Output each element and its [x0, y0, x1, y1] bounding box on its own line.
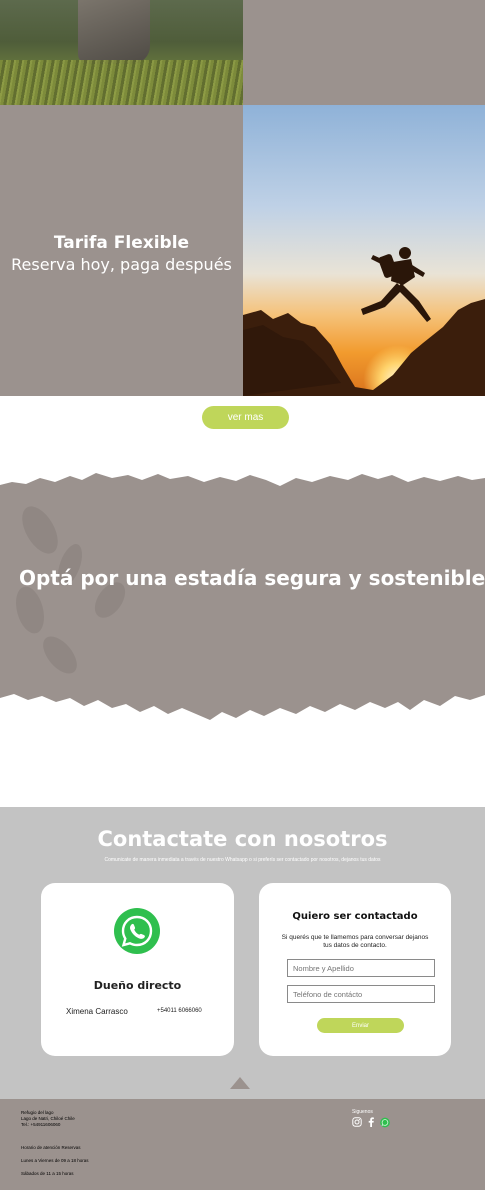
whatsapp-icon[interactable]	[380, 1117, 390, 1127]
rock-shape	[78, 0, 150, 64]
silhouette-hills	[243, 247, 485, 396]
form-title: Quiero ser contactado	[292, 911, 418, 922]
tarifa-subtitle: Reserva hoy, paga después	[11, 255, 232, 274]
footer-address-line: Refugio del lago	[21, 1110, 54, 1115]
landscape-photo	[0, 0, 243, 105]
torn-paper-banner	[0, 473, 485, 720]
owner-phone[interactable]: +54011 6066060	[157, 1008, 202, 1014]
footer-phone: Tel.: +54911606060	[21, 1122, 61, 1127]
name-input[interactable]	[287, 959, 435, 977]
top-gray-block	[243, 0, 485, 105]
tarifa-panel: Tarifa Flexible Reserva hoy, paga despué…	[0, 105, 243, 396]
contact-subtitle: Comunicate de manera inmediata a través …	[104, 857, 381, 863]
banner-heading: Optá por una estadía segura y sostenible	[19, 566, 485, 590]
contact-form-card: Quiero ser contactado Si querés que te l…	[259, 883, 451, 1056]
social-links	[352, 1117, 390, 1127]
footer-hours-title: Horario de atención Reservas	[21, 1145, 81, 1150]
whatsapp-icon[interactable]	[113, 907, 161, 955]
footer-hours-saturday: Sábados de 11 a 15 horas	[21, 1171, 74, 1176]
scroll-top-icon[interactable]	[230, 1077, 250, 1089]
owner-card: Dueño directo Ximena Carrasco +54011 606…	[41, 883, 234, 1056]
contact-title: Contactate con nosotros	[97, 827, 388, 851]
send-button[interactable]: Enviar	[317, 1018, 404, 1033]
follow-label: Siguenos	[352, 1109, 373, 1115]
ver-mas-button[interactable]: ver mas	[202, 406, 289, 429]
owner-card-title: Dueño directo	[93, 979, 182, 992]
hiker-sunset-photo	[243, 105, 485, 396]
grass-shape	[0, 60, 243, 105]
instagram-icon[interactable]	[352, 1117, 362, 1127]
facebook-icon[interactable]	[366, 1117, 376, 1127]
phone-input[interactable]	[287, 985, 435, 1003]
footer-hours-weekdays: Lunes a Viernes de 09 a 18 horas	[21, 1158, 89, 1163]
form-description: Si querés que te llamemos para conversar…	[281, 934, 429, 950]
owner-name: Ximena Carrasco	[66, 1007, 128, 1016]
tarifa-title: Tarifa Flexible	[53, 233, 190, 253]
hiker-silhouette	[361, 247, 431, 322]
footer-address-line: Lago de Natri, Chiloé Chile	[21, 1116, 75, 1121]
